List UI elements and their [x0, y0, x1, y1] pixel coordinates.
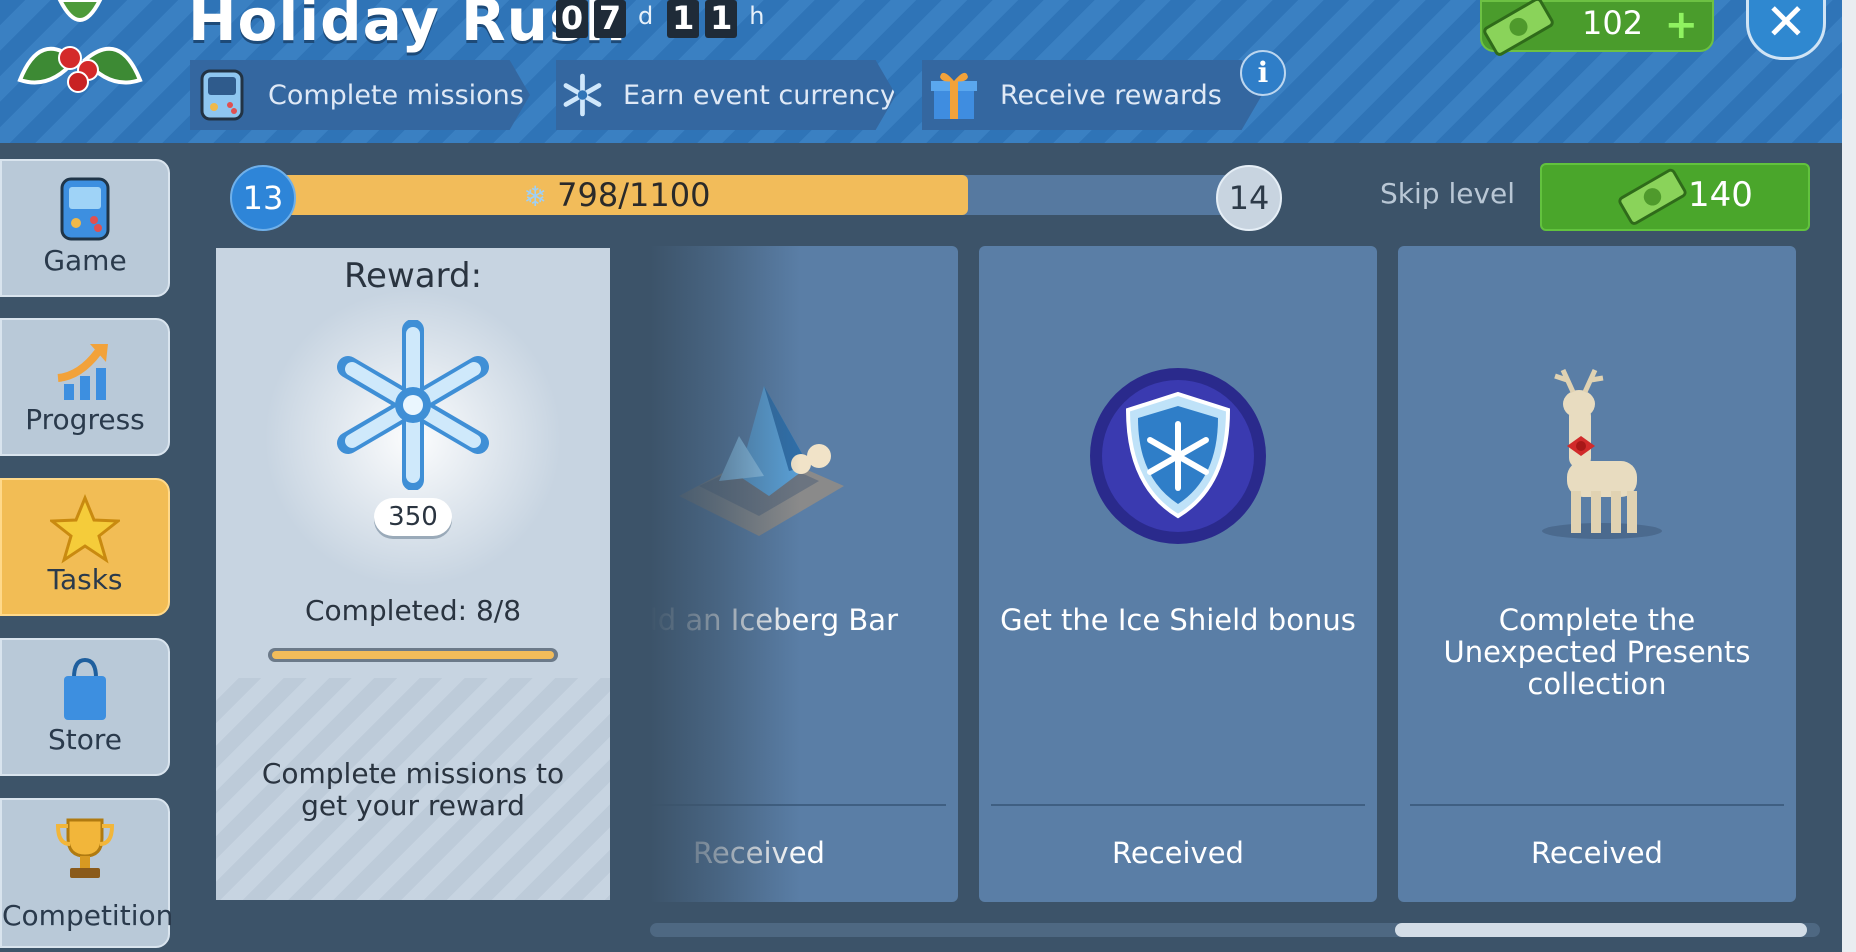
sidebar-item-label: Tasks: [47, 563, 123, 596]
timer-unit-hours: h: [749, 2, 765, 30]
timer-digit: 7: [594, 0, 626, 38]
timer-unit-days: d: [638, 2, 654, 30]
level-progress-bar: ❄ 798/1100: [272, 175, 1232, 215]
step-earn-currency: Earn event currency: [556, 60, 896, 130]
tasks-panel: ❄ 798/1100 13 14 Skip level 140 Reward:: [190, 143, 1856, 952]
progress-value: 798/1100: [557, 176, 711, 214]
timer-digit: 1: [667, 0, 700, 38]
timer-digit: 0: [556, 0, 588, 38]
scrollbar-thumb[interactable]: [1395, 923, 1807, 937]
snowflake-icon: [337, 320, 489, 490]
game-console-icon: [200, 69, 244, 121]
completion-bar: [268, 648, 558, 662]
current-level-badge: 13: [230, 165, 296, 231]
sidebar-item-competition[interactable]: Competition: [0, 798, 174, 948]
skip-cost: 140: [1688, 175, 1753, 215]
task-name: Complete the Unexpected Presents collect…: [1443, 603, 1751, 701]
game-console-icon: [60, 177, 110, 241]
step-complete-missions: Complete missions: [190, 60, 530, 130]
task-cards: ild an Iceberg Bar Received Get the Ice …: [650, 246, 1826, 906]
scroll-fade: [650, 246, 800, 906]
task-name: Get the Ice Shield bonus: [1000, 603, 1356, 637]
cash-icon: [1618, 168, 1687, 225]
sidebar-item-game[interactable]: Game: [0, 159, 170, 297]
add-currency-icon[interactable]: +: [1664, 5, 1698, 45]
shopping-bag-icon: [64, 657, 106, 720]
sidebar-item-progress[interactable]: Progress: [0, 318, 170, 456]
holly-icon: [17, 0, 143, 93]
task-card[interactable]: Complete the Unexpected Presents collect…: [1398, 246, 1796, 902]
step-label: Receive rewards: [1000, 79, 1222, 111]
screen-edge: [1842, 0, 1856, 952]
task-status: Received: [1531, 836, 1663, 870]
reward-amount: 350: [374, 498, 452, 536]
level-progress-text: ❄ 798/1100: [272, 175, 962, 217]
trophy-icon: [55, 818, 115, 878]
info-button[interactable]: i: [1240, 50, 1286, 96]
sidebar-item-label: Game: [43, 244, 127, 277]
next-level-badge: 14: [1216, 165, 1282, 231]
step-receive-rewards: Receive rewards: [922, 60, 1262, 130]
sidebar-item-store[interactable]: Store: [0, 638, 170, 776]
sidebar-item-label: Store: [47, 723, 122, 756]
step-label: Complete missions: [268, 79, 524, 111]
card-divider: [1410, 804, 1784, 806]
reward-hint: Complete missions to get your reward: [261, 757, 565, 822]
task-status: Received: [1112, 836, 1244, 870]
reward-panel: Reward: 350 Completed: 8/8 Complete miss…: [216, 248, 610, 900]
cash-icon: [1483, 0, 1554, 56]
completion-fill: [272, 651, 554, 659]
step-label: Earn event currency: [622, 79, 896, 111]
event-header: Holiday Rush 0 7 d 1 1 h Complete missio…: [0, 0, 1856, 143]
task-card[interactable]: Get the Ice Shield bonus Received: [979, 246, 1377, 902]
reindeer-icon: [1542, 368, 1662, 539]
close-button[interactable]: ✕: [1746, 0, 1826, 60]
skip-level-label: Skip level: [1380, 177, 1516, 210]
sidebar-item-tasks[interactable]: Tasks: [0, 478, 170, 616]
snowflake-icon: ❄: [523, 180, 547, 213]
gift-icon: [931, 72, 977, 119]
currency-counter[interactable]: 102 +: [1480, 0, 1714, 56]
horizontal-scrollbar[interactable]: [650, 923, 1820, 937]
ice-shield-icon: [1090, 368, 1266, 544]
sidebar-item-label: Competition: [2, 899, 174, 932]
reward-title: Reward:: [343, 256, 483, 296]
countdown-timer: 0 7 d 1 1 h: [556, 0, 772, 40]
completed-count: Completed: 8/8: [304, 594, 522, 627]
currency-value: 102: [1582, 4, 1644, 42]
chart-arrow-icon: [57, 344, 108, 400]
star-icon: [50, 494, 120, 564]
skip-level-button[interactable]: 140: [1540, 163, 1810, 231]
sidebar: Game Progress Tasks Store Competition: [0, 143, 190, 952]
timer-digit: 1: [705, 0, 738, 38]
card-divider: [991, 804, 1365, 806]
snowflake-icon: [563, 73, 602, 117]
sidebar-item-label: Progress: [25, 403, 145, 436]
